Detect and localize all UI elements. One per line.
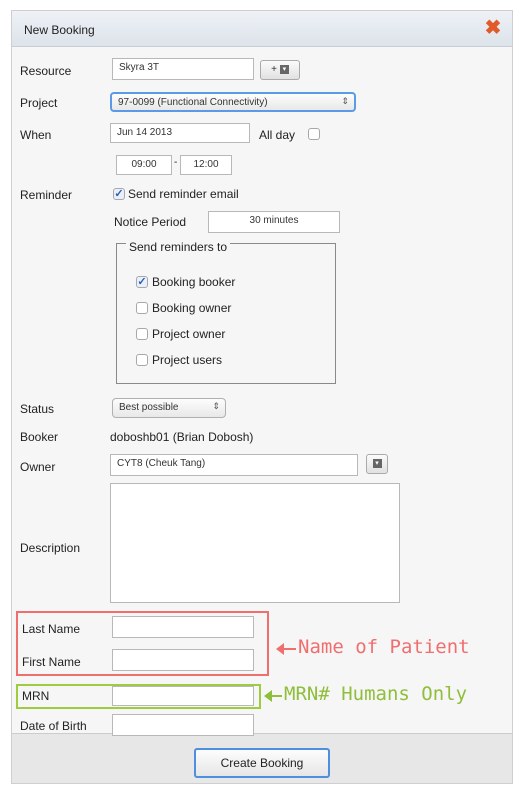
description-label: Description [20, 541, 81, 555]
booking-owner-checkbox[interactable] [136, 302, 148, 314]
date-of-birth-label: Date of Birth [20, 719, 87, 733]
date-field[interactable]: Jun 14 2013 [110, 123, 250, 143]
start-time-field[interactable]: 09:00 [116, 155, 172, 175]
booker-label: Booker [20, 430, 59, 444]
owner-picker-button[interactable]: ▾ [366, 454, 388, 474]
name-annotation-note: Name of Patient [298, 636, 470, 658]
dialog-title: New Booking [24, 23, 95, 37]
booking-booker-checkbox[interactable]: ✓ [136, 276, 148, 288]
all-day-checkbox[interactable] [308, 128, 320, 140]
booking-booker-label: Booking booker [152, 275, 236, 289]
send-reminder-checkbox[interactable]: ✓ [113, 188, 125, 200]
notice-period-field[interactable]: 30 minutes [208, 211, 340, 233]
select-arrows-icon: ⇕ [212, 401, 220, 411]
resource-add-button[interactable]: + ▾ [260, 60, 300, 80]
project-users-label: Project users [152, 353, 223, 367]
booking-owner-label: Booking owner [152, 301, 232, 315]
date-of-birth-field[interactable] [112, 714, 254, 736]
project-select-value: 97-0099 (Functional Connectivity) [118, 97, 268, 108]
end-time-field[interactable]: 12:00 [180, 155, 232, 175]
add-resource-label: + [271, 64, 277, 75]
project-owner-label: Project owner [152, 327, 226, 341]
resource-label: Resource [20, 64, 72, 78]
time-separator: - [174, 157, 178, 168]
owner-label: Owner [20, 460, 56, 474]
project-owner-checkbox[interactable] [136, 328, 148, 340]
send-reminders-group-title: Send reminders to [126, 240, 231, 254]
notice-period-label: Notice Period [114, 215, 187, 229]
dropdown-icon: ▾ [372, 458, 382, 468]
status-select[interactable]: Best possible ⇕ [112, 398, 226, 418]
select-arrows-icon: ⇕ [341, 96, 349, 106]
dropdown-icon: ▾ [279, 64, 289, 74]
description-textarea[interactable] [110, 483, 400, 603]
booker-value: doboshb01 (Brian Dobosh) [110, 430, 254, 444]
owner-field[interactable]: CYT8 (Cheuk Tang) [110, 454, 358, 476]
reminder-label: Reminder [20, 188, 73, 202]
resource-field[interactable]: Skyra 3T [112, 58, 254, 80]
name-annotation-arrow [276, 643, 296, 655]
create-booking-button[interactable]: Create Booking [194, 748, 330, 778]
all-day-label: All day [259, 128, 296, 142]
status-label: Status [20, 402, 55, 416]
mrn-annotation-note: MRN# Humans Only [284, 683, 468, 705]
send-reminder-label: Send reminder email [128, 187, 239, 201]
name-annotation-box [16, 611, 269, 676]
project-select[interactable]: 97-0099 (Functional Connectivity) ⇕ [110, 92, 356, 112]
mrn-annotation-box [16, 684, 261, 709]
project-users-checkbox[interactable] [136, 354, 148, 366]
dialog-titlebar: New Booking ✖ [12, 11, 512, 47]
status-select-value: Best possible [119, 402, 179, 413]
project-label: Project [20, 96, 58, 110]
close-icon[interactable]: ✖ [482, 17, 504, 39]
mrn-annotation-arrow [264, 690, 282, 702]
when-label: When [20, 128, 52, 142]
